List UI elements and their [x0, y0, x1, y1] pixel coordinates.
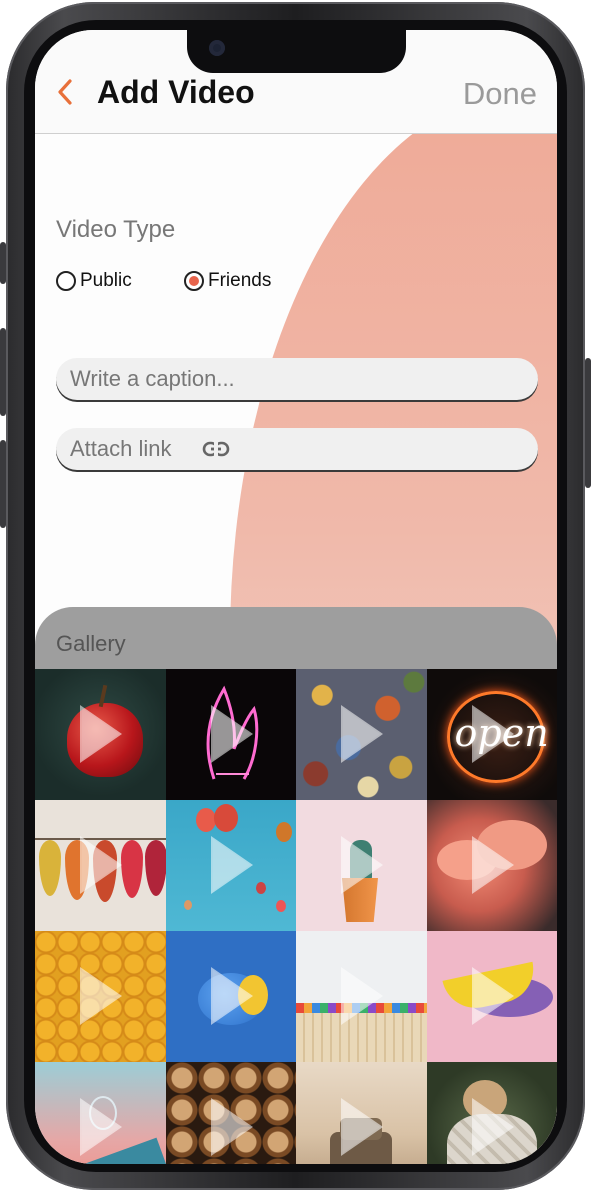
video-type-label: Video Type	[56, 216, 176, 243]
volume-up-button	[0, 328, 6, 416]
play-icon	[210, 967, 253, 1025]
play-icon	[471, 705, 514, 763]
video-thumbnail-open-sign[interactable]: open	[426, 669, 557, 800]
video-thumbnail-banana[interactable]	[426, 931, 557, 1062]
page-title: Add Video	[97, 74, 255, 110]
volume-down-button	[0, 440, 6, 528]
play-icon	[210, 1098, 253, 1156]
play-icon	[80, 705, 122, 763]
video-thumbnail-neon-hands[interactable]	[165, 669, 296, 800]
play-icon	[80, 1098, 122, 1156]
video-thumbnail-apple[interactable]	[35, 669, 166, 800]
video-thumbnail-pencils[interactable]	[296, 931, 427, 1062]
play-icon	[341, 705, 383, 763]
video-thumbnail-emoji-balls[interactable]	[35, 931, 166, 1062]
radio-label: Public	[80, 270, 132, 291]
video-thumbnail-puzzle[interactable]	[296, 669, 427, 800]
video-thumbnail-balloons[interactable]	[165, 800, 296, 931]
video-thumbnail-lightbulb[interactable]	[35, 1062, 166, 1164]
video-thumbnail-leaves[interactable]	[35, 800, 166, 931]
done-button[interactable]: Done	[463, 76, 537, 112]
radio-circle-selected[interactable]	[184, 271, 204, 291]
link-input[interactable]	[68, 435, 198, 463]
play-icon	[210, 705, 253, 763]
notch	[187, 30, 406, 73]
radio-label: Friends	[208, 270, 272, 291]
play-icon	[471, 1098, 514, 1156]
screen: Add Video Done Video Type Public Friends	[35, 30, 557, 1164]
play-icon	[341, 836, 383, 894]
power-button	[585, 358, 591, 488]
video-thumbnail-blue-lemon[interactable]	[165, 931, 296, 1062]
video-thumbnail-pug[interactable]	[426, 1062, 557, 1164]
play-icon	[341, 967, 383, 1025]
chevron-left-icon[interactable]	[52, 78, 80, 106]
video-thumbnail-cactus[interactable]	[296, 800, 427, 931]
play-icon	[80, 836, 122, 894]
radio-friends[interactable]: Friends	[184, 270, 271, 292]
video-thumbnail-armchair[interactable]	[296, 1062, 427, 1164]
radio-circle[interactable]	[56, 271, 76, 291]
gallery-header[interactable]: Gallery	[35, 607, 557, 670]
play-icon	[471, 967, 514, 1025]
caption-input[interactable]	[68, 365, 512, 393]
play-icon	[210, 836, 253, 894]
caption-field[interactable]	[56, 358, 538, 400]
gallery-label: Gallery	[56, 631, 126, 656]
video-thumbnail-clouds[interactable]	[426, 800, 557, 931]
gallery-grid: open	[35, 669, 557, 1164]
mute-switch	[0, 242, 6, 284]
play-icon	[471, 836, 514, 894]
play-icon	[80, 967, 122, 1025]
link-field[interactable]	[56, 428, 538, 470]
link-icon	[202, 441, 230, 457]
video-thumbnail-logs[interactable]	[165, 1062, 296, 1164]
play-icon	[341, 1098, 383, 1156]
radio-public[interactable]: Public	[56, 270, 132, 292]
